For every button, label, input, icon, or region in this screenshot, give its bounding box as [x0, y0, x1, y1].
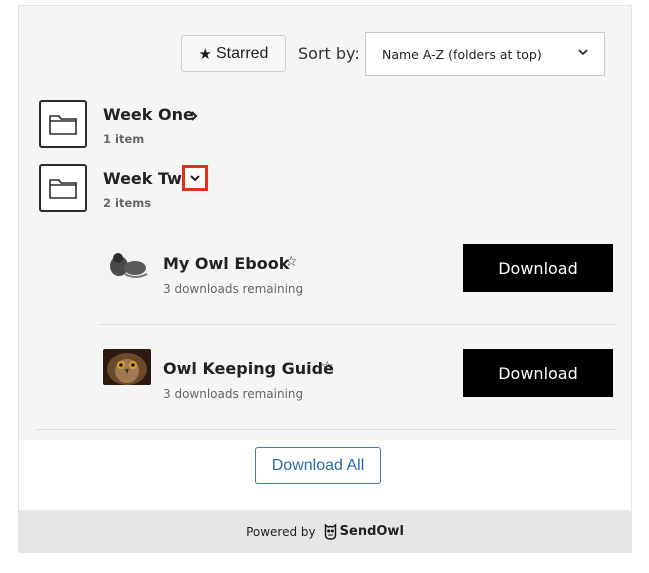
starred-filter-button[interactable]: ★ Starred: [181, 35, 286, 72]
folder-count-week-one: 1 item: [103, 132, 145, 146]
brand-logo[interactable]: SendOwl: [324, 523, 404, 540]
collapse-folder-toggle[interactable]: [182, 165, 208, 191]
product-thumbnail: [103, 246, 151, 282]
folder-name-week-two[interactable]: Week Two: [103, 169, 193, 188]
star-outline-icon[interactable]: ☆: [285, 254, 298, 270]
chevron-right-icon[interactable]: [189, 110, 199, 122]
star-outline-icon[interactable]: ☆: [321, 359, 334, 375]
folder-icon[interactable]: [39, 100, 87, 148]
sort-label: Sort by:: [298, 44, 360, 63]
chevron-down-icon: [578, 49, 588, 56]
item-title: Owl Keeping Guide: [163, 359, 334, 378]
item-title: My Owl Ebook: [163, 254, 290, 273]
download-button[interactable]: Download: [463, 349, 613, 397]
folder-count-week-two: 2 items: [103, 196, 152, 210]
downloads-remaining: 3 downloads remaining: [163, 387, 304, 401]
downloads-remaining: 3 downloads remaining: [163, 282, 304, 296]
download-all-button[interactable]: Download All: [255, 447, 381, 484]
powered-by-label: Powered by: [246, 524, 316, 539]
brand-name: SendOwl: [339, 524, 404, 539]
sort-select[interactable]: Name A-Z (folders at top): [365, 32, 605, 76]
delivery-card: ★ Starred Sort by: Name A-Z (folders at …: [18, 5, 632, 553]
sort-value: Name A-Z (folders at top): [382, 46, 542, 62]
download-button[interactable]: Download: [463, 244, 613, 292]
owl-logo-icon: [324, 523, 336, 540]
item-divider: [99, 324, 617, 325]
downloads-panel: ★ Starred Sort by: Name A-Z (folders at …: [19, 6, 631, 440]
star-filled-icon: ★: [198, 45, 212, 63]
folder-name-week-one[interactable]: Week One: [103, 105, 194, 124]
section-divider: [35, 429, 617, 430]
chevron-down-icon: [190, 175, 200, 182]
product-thumbnail: [103, 349, 151, 385]
folder-icon[interactable]: [39, 164, 87, 212]
footer: Powered by SendOwl: [19, 510, 631, 553]
starred-label: Starred: [215, 44, 269, 62]
